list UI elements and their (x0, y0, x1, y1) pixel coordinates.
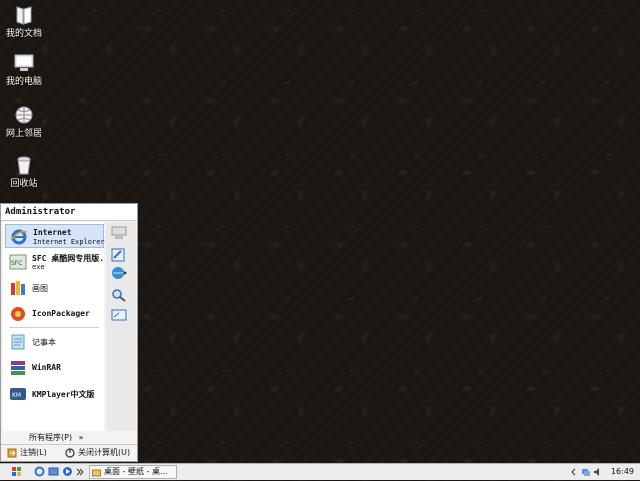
svg-text:SFC: SFC (11, 260, 22, 267)
system-tray: 16:49 (568, 464, 640, 480)
control-panel-icon[interactable] (111, 248, 127, 262)
desktop-icon-label: 我的电脑 (5, 77, 42, 87)
paint-icon (9, 279, 27, 297)
start-menu: Administrator Internet Internet Explorer… (0, 203, 138, 462)
windows-logo-icon (12, 467, 21, 476)
start-menu-programs-pane: Internet Internet Explorer SFC SFC 桌酷网专用… (3, 222, 105, 431)
program-item-iconpackager[interactable]: IconPackager (5, 302, 104, 326)
all-programs-button[interactable]: 所有程序(P) » (29, 432, 84, 443)
pinned-item-internet[interactable]: Internet Internet Explorer (5, 224, 105, 248)
taskbar-clock[interactable]: 16:49 (611, 467, 634, 476)
desktop-icon-label: 回收站 (10, 179, 38, 189)
iconpackager-icon (9, 305, 27, 323)
folder-icon (92, 469, 101, 477)
shutdown-button[interactable]: 关闭计算机(U) (65, 447, 130, 458)
media-player-icon[interactable] (62, 466, 73, 477)
pinned-item-sfc[interactable]: SFC SFC 桌酷网专用版. exe (5, 250, 104, 274)
start-menu-footer: 注销(L) 关闭计算机(U) (1, 444, 137, 461)
desktop-icon-my-documents[interactable]: 我的文档 (2, 4, 46, 40)
show-desktop-icon[interactable] (48, 466, 59, 477)
notepad-icon (9, 333, 27, 351)
logoff-button[interactable]: 注销(L) (7, 447, 47, 458)
start-menu-user-name: Administrator (1, 204, 137, 221)
all-programs-arrow: » (78, 433, 84, 442)
program-item-winrar[interactable]: WinRAR (5, 356, 104, 380)
ie-quicklaunch-icon[interactable] (34, 466, 45, 477)
program-item-notepad[interactable]: 记事本 (5, 330, 104, 354)
desktop-icon-recycle-bin[interactable]: 回收站 (2, 154, 46, 190)
power-icon (65, 447, 75, 458)
network-icon[interactable] (111, 266, 127, 280)
desktop-icon-label: 我的文档 (5, 29, 42, 39)
desktop-icon-label: 网上邻居 (5, 129, 42, 139)
svg-text:KM: KM (12, 392, 21, 399)
kmplayer-icon: KM (9, 385, 27, 403)
volume-icon[interactable] (593, 467, 603, 477)
taskbar: 桌面 - 壁纸 - 桌... 16:49 (0, 463, 640, 480)
logoff-icon (7, 448, 17, 457)
search-icon[interactable] (111, 288, 127, 302)
program-item-paint[interactable]: 画图 (5, 276, 104, 300)
menu-separator (9, 327, 99, 328)
quicklaunch-chevron-icon[interactable] (76, 466, 87, 477)
my-computer-icon[interactable] (111, 226, 127, 240)
my-computer-icon (13, 52, 35, 74)
tray-expand-icon[interactable] (570, 468, 578, 476)
taskbar-window-button[interactable]: 桌面 - 壁纸 - 桌... (89, 465, 177, 479)
winrar-icon (9, 359, 27, 377)
desktop-icon-network-places[interactable]: 网上邻居 (2, 104, 46, 140)
internet-explorer-icon (10, 228, 28, 246)
start-menu-places-pane (106, 222, 136, 431)
network-places-icon (13, 104, 35, 126)
start-button[interactable] (4, 466, 26, 478)
recycle-bin-icon (13, 154, 35, 176)
run-icon[interactable] (111, 308, 127, 322)
desktop-icon-my-computer[interactable]: 我的电脑 (2, 52, 46, 88)
sfc-app-icon: SFC (9, 253, 27, 271)
my-documents-icon (13, 4, 35, 26)
program-item-kmplayer[interactable]: KM KMPlayer中文版 (5, 382, 104, 406)
network-status-icon[interactable] (581, 467, 591, 477)
